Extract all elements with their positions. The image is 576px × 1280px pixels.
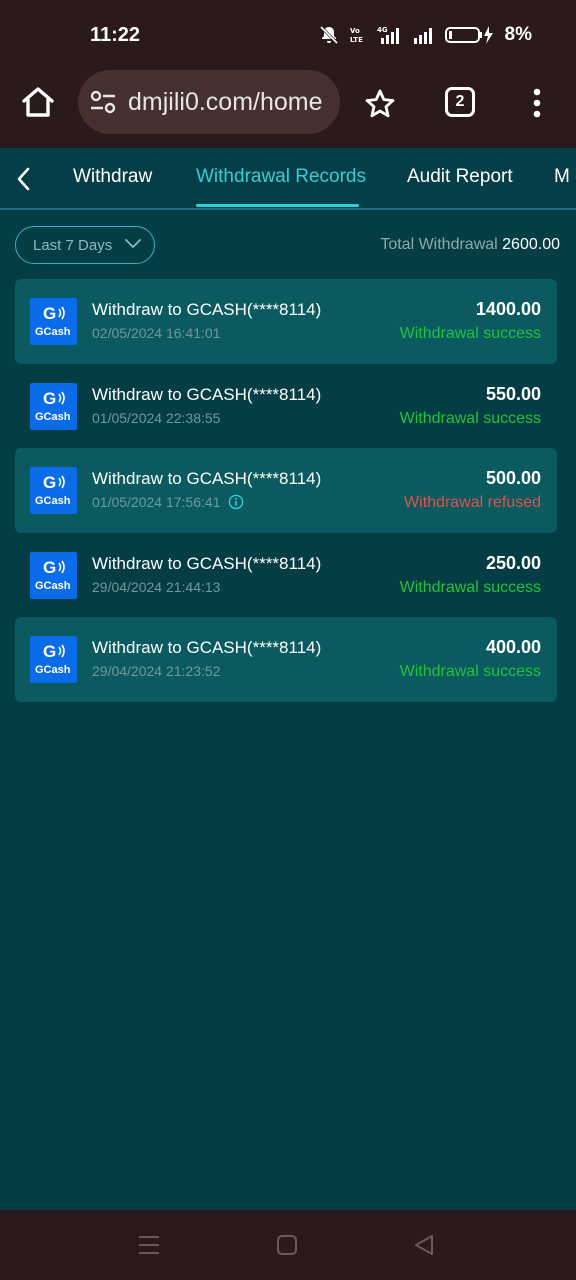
- system-nav-bar: [0, 1210, 576, 1280]
- url-text: dmjili0.com/home: [128, 88, 323, 116]
- record-amount: 500.00: [485, 468, 541, 488]
- volte-icon: Vo LTE: [350, 27, 363, 44]
- browser-chrome: 11:22 Vo LTE 4G 8% dmjili0.com/home 2: [0, 0, 576, 148]
- info-icon[interactable]: [228, 494, 244, 510]
- active-tab-indicator: [196, 204, 359, 207]
- record-status: Withdrawal success: [399, 663, 541, 680]
- chevron-down-icon: [125, 239, 141, 248]
- tab-audit-report[interactable]: Audit Report: [407, 166, 513, 188]
- total-withdrawal: Total Withdrawal 2600.00: [380, 236, 560, 254]
- record-title: Withdraw to GCASH(****8114): [92, 469, 322, 488]
- gcash-logo: G GCash: [30, 382, 77, 430]
- tab-more[interactable]: M: [554, 166, 570, 188]
- record-status: Withdrawal refused: [404, 494, 541, 511]
- back-triangle-icon[interactable]: [413, 1233, 435, 1257]
- gcash-waves-icon: [58, 475, 65, 489]
- more-vertical-icon[interactable]: [530, 88, 544, 118]
- record-status: Withdrawal success: [399, 409, 541, 427]
- total-withdrawal-label: Total Withdrawal: [380, 236, 498, 253]
- address-bar: dmjili0.com/home 2: [0, 68, 576, 138]
- signal-icon: [413, 28, 432, 44]
- gcash-waves-icon: [58, 306, 65, 320]
- withdrawal-records-list: G GCash Withdraw to GCASH(****8114) 02/0…: [15, 279, 557, 702]
- gcash-waves-icon: [58, 560, 65, 573]
- record-title: Withdraw to GCASH(****8114): [92, 638, 322, 657]
- svg-text:4G: 4G: [377, 26, 388, 34]
- svg-text:Vo: Vo: [350, 27, 360, 35]
- date-range-select[interactable]: Last 7 Days: [15, 226, 155, 264]
- record-amount: 550.00: [485, 383, 541, 404]
- total-withdrawal-amount: 2600.00: [502, 236, 560, 253]
- record-amount: 400.00: [485, 637, 541, 657]
- gcash-waves-icon: [58, 644, 65, 658]
- home-square-icon[interactable]: [276, 1234, 298, 1256]
- gcash-logo: G GCash: [30, 467, 77, 514]
- status-icons: Vo LTE 4G 8%: [319, 24, 532, 46]
- record-date: 02/05/2024 16:41:01: [92, 325, 221, 341]
- chevron-left-icon[interactable]: [14, 166, 34, 192]
- signal-4g-icon: 4G: [377, 26, 399, 44]
- tab-withdraw[interactable]: Withdraw: [73, 166, 152, 188]
- record-title: Withdraw to GCASH(****8114): [92, 300, 322, 319]
- site-settings-icon[interactable]: [90, 90, 116, 114]
- bookmark-star-icon[interactable]: [364, 88, 396, 120]
- battery-charging-icon: [444, 26, 493, 44]
- record-status: Withdrawal success: [399, 325, 541, 342]
- mute-bell-icon: [319, 25, 338, 45]
- record-row[interactable]: G GCash Withdraw to GCASH(****8114) 01/0…: [15, 364, 557, 449]
- record-title: Withdraw to GCASH(****8114): [92, 384, 322, 404]
- record-date: 29/04/2024 21:23:52: [92, 663, 221, 679]
- status-time: 11:22: [90, 24, 141, 46]
- record-status: Withdrawal success: [399, 578, 541, 596]
- record-date: 01/05/2024 22:38:55: [92, 409, 221, 426]
- tab-withdrawal-records[interactable]: Withdrawal Records: [196, 166, 366, 188]
- recents-menu-icon[interactable]: [138, 1234, 160, 1256]
- record-row[interactable]: G GCash Withdraw to GCASH(****8114) 29/0…: [15, 617, 557, 702]
- gcash-logo: G GCash: [30, 298, 77, 345]
- record-amount: 1400.00: [475, 299, 541, 319]
- gcash-waves-icon: [58, 391, 65, 404]
- svg-text:LTE: LTE: [350, 36, 363, 44]
- record-row[interactable]: G GCash Withdraw to GCASH(****8114) 02/0…: [15, 279, 557, 364]
- battery-percent: 8%: [504, 24, 532, 45]
- record-amount: 250.00: [485, 552, 541, 573]
- tab-bar: Withdraw Withdrawal Records Audit Report…: [0, 148, 576, 210]
- date-range-label: Last 7 Days: [33, 236, 113, 254]
- tab-switcher-button[interactable]: 2: [445, 87, 475, 117]
- record-date: 01/05/2024 17:56:41: [92, 494, 244, 510]
- record-row[interactable]: G GCash Withdraw to GCASH(****8114) 01/0…: [15, 448, 557, 533]
- gcash-logo: G GCash: [30, 636, 77, 683]
- record-row[interactable]: G GCash Withdraw to GCASH(****8114) 29/0…: [15, 533, 557, 618]
- home-icon[interactable]: [20, 84, 56, 120]
- url-field[interactable]: dmjili0.com/home: [78, 70, 340, 134]
- gcash-logo: G GCash: [30, 551, 77, 599]
- record-title: Withdraw to GCASH(****8114): [92, 553, 322, 573]
- record-date: 29/04/2024 21:44:13: [92, 578, 221, 595]
